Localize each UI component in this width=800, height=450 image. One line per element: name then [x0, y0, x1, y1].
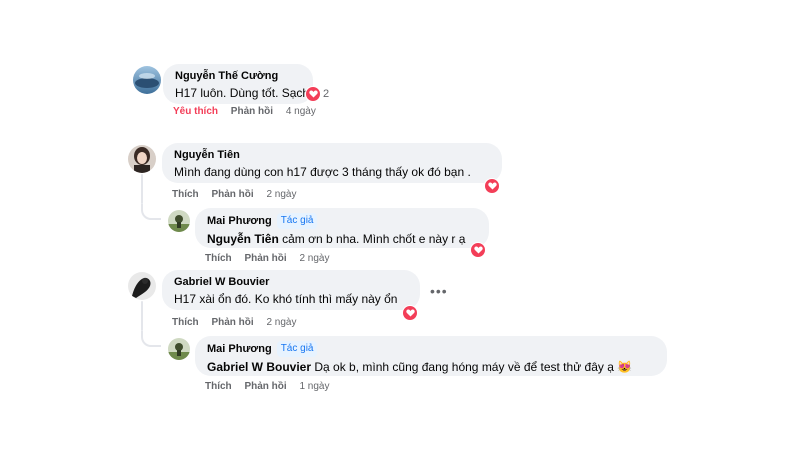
avatar[interactable] — [128, 145, 156, 173]
comment-author[interactable]: Mai Phương — [207, 215, 272, 227]
reply-button[interactable]: Phản hồi — [211, 317, 253, 328]
mention-link[interactable]: Gabriel W Bouvier — [207, 360, 311, 374]
comment-text: H17 xài ổn đó. Ko khó tính thì mấy này ổ… — [174, 292, 398, 306]
comment-actions: Thích Phản hồi 2 ngày — [205, 253, 340, 264]
reply-button[interactable]: Phản hồi — [244, 253, 286, 264]
thread-line — [141, 301, 143, 331]
comment-actions: Thích Phản hồi 1 ngày — [205, 381, 340, 392]
timestamp[interactable]: 4 ngày — [286, 106, 316, 117]
reaction-summary[interactable] — [402, 305, 418, 321]
reaction-summary[interactable] — [484, 178, 500, 194]
thread-connector — [141, 331, 161, 347]
comment-author[interactable]: Mai Phương — [207, 343, 272, 355]
heart-icon — [470, 242, 486, 258]
timestamp[interactable]: 2 ngày — [266, 317, 296, 328]
comment-text: H17 luôn. Dùng tốt. Sạch — [175, 86, 310, 100]
timestamp[interactable]: 1 ngày — [299, 381, 329, 392]
like-button[interactable]: Thích — [172, 317, 199, 328]
avatar[interactable] — [168, 210, 190, 232]
author-badge: Tác giả — [276, 341, 318, 357]
like-button[interactable]: Thích — [172, 189, 199, 200]
comment-actions: Thích Phản hồi 2 ngày — [172, 189, 307, 200]
thread-line — [141, 174, 143, 204]
reply-button[interactable]: Phản hồi — [211, 189, 253, 200]
comment-actions: Yêu thích Phản hồi 4 ngày — [173, 106, 326, 117]
more-options-icon[interactable]: ••• — [430, 283, 448, 299]
comment-author[interactable]: Nguyễn Tiên — [174, 148, 490, 162]
like-button[interactable]: Thích — [205, 253, 232, 264]
author-badge: Tác giả — [276, 213, 318, 229]
comment-author[interactable]: Gabriel W Bouvier — [174, 275, 408, 289]
avatar[interactable] — [168, 338, 190, 360]
comment-author[interactable]: Nguyễn Thế Cường — [175, 69, 301, 83]
thread-connector — [141, 204, 161, 220]
avatar[interactable] — [133, 66, 161, 94]
comment-actions: Thích Phản hồi 2 ngày — [172, 317, 307, 328]
like-button[interactable]: Thích — [205, 381, 232, 392]
comment-bubble: Nguyễn Thế Cường H17 luôn. Dùng tốt. Sạc… — [163, 64, 313, 104]
reaction-count: 2 — [323, 88, 330, 100]
reply-button[interactable]: Phản hồi — [244, 381, 286, 392]
mention-link[interactable]: Nguyễn Tiên — [207, 232, 279, 246]
comment-body: cảm ơn b nha. Mình chốt e này r ạ — [278, 232, 466, 246]
timestamp[interactable]: 2 ngày — [266, 189, 296, 200]
comment-text: Nguyễn Tiên cảm ơn b nha. Mình chốt e nà… — [207, 231, 477, 247]
reply-bubble: Mai Phương Tác giả Gabriel W Bouvier Dạ o… — [195, 336, 667, 376]
comment-bubble: Gabriel W Bouvier H17 xài ổn đó. Ko khó … — [162, 270, 420, 310]
avatar[interactable] — [128, 272, 156, 300]
comment-text: Gabriel W Bouvier Dạ ok b, mình cũng đan… — [207, 359, 655, 375]
comment-bubble: Nguyễn Tiên Mình đang dùng con h17 được … — [162, 143, 502, 183]
reaction-summary[interactable] — [470, 242, 486, 258]
heart-icon — [484, 178, 500, 194]
comment-body: Dạ ok b, mình cũng đang hóng máy về để t… — [311, 360, 633, 374]
heart-icon — [305, 86, 321, 102]
heart-icon — [402, 305, 418, 321]
like-button[interactable]: Yêu thích — [173, 106, 218, 117]
reply-bubble: Mai Phương Tác giả Nguyễn Tiên cảm ơn b n… — [195, 208, 489, 248]
reply-button[interactable]: Phản hồi — [231, 106, 273, 117]
comment-text: Mình đang dùng con h17 được 3 tháng thấy… — [174, 165, 471, 179]
timestamp[interactable]: 2 ngày — [299, 253, 329, 264]
reaction-summary[interactable]: 2 — [305, 86, 330, 102]
